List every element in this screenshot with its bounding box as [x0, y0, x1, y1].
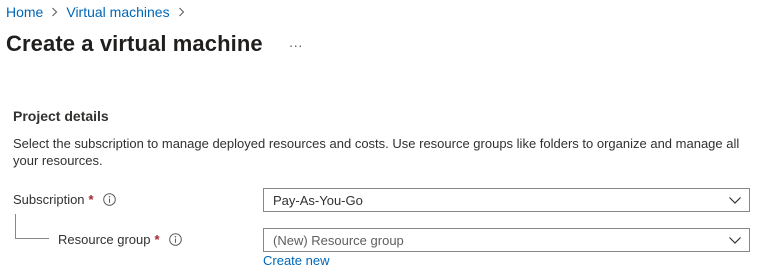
subscription-label-group: Subscription * — [13, 192, 116, 207]
tree-connector-vertical — [15, 214, 16, 238]
resource-group-label-group: Resource group * — [58, 232, 182, 247]
breadcrumb-home-link[interactable]: Home — [6, 4, 43, 20]
required-indicator: * — [88, 192, 94, 207]
resource-group-label: Resource group — [58, 232, 151, 247]
more-options-button[interactable]: ··· — [285, 33, 307, 57]
subscription-select-value: Pay-As-You-Go — [273, 192, 363, 208]
breadcrumb: Home Virtual machines — [6, 4, 193, 20]
tree-connector-horizontal — [15, 238, 49, 239]
create-new-link[interactable]: Create new — [263, 253, 329, 268]
resource-group-select-placeholder: (New) Resource group — [273, 232, 404, 248]
breadcrumb-virtual-machines-link[interactable]: Virtual machines — [66, 4, 169, 20]
required-indicator: * — [154, 232, 160, 247]
section-description: Select the subscription to manage deploy… — [13, 136, 740, 168]
page-title: Create a virtual machine — [6, 31, 263, 56]
chevron-right-icon — [51, 7, 58, 17]
chevron-down-icon — [721, 236, 749, 244]
chevron-down-icon — [721, 196, 749, 204]
info-icon[interactable] — [168, 233, 182, 246]
info-icon[interactable] — [102, 193, 116, 206]
subscription-label: Subscription — [13, 192, 85, 207]
subscription-select[interactable]: Pay-As-You-Go — [263, 188, 750, 212]
section-title-project-details: Project details — [13, 108, 109, 124]
resource-group-select[interactable]: (New) Resource group — [263, 228, 750, 252]
chevron-right-icon — [178, 7, 185, 17]
page-header: Create a virtual machine ··· — [6, 31, 307, 57]
